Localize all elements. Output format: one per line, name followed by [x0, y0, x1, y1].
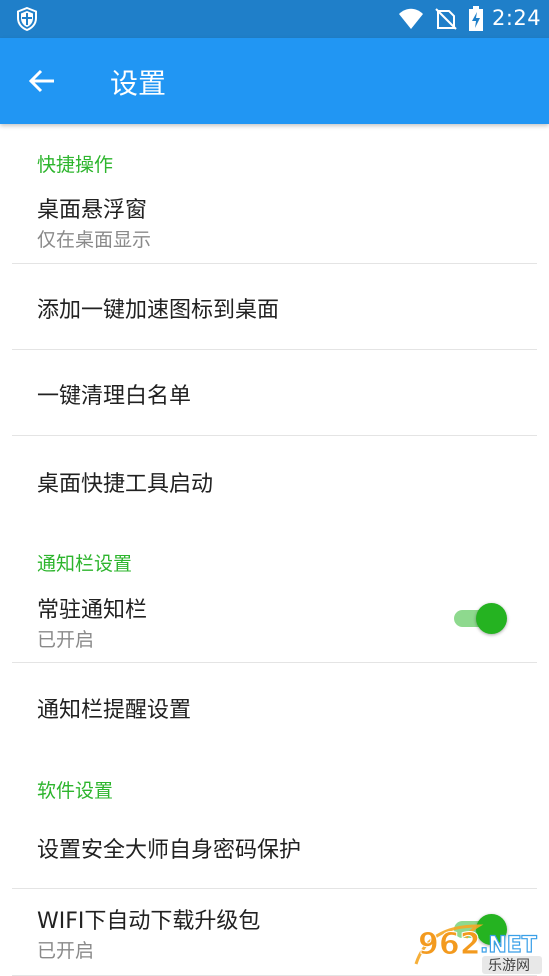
setting-desktop-tools[interactable]: 桌面快捷工具启动: [0, 436, 549, 522]
status-bar: 2:24: [0, 0, 549, 38]
page-title: 设置: [110, 67, 167, 100]
setting-title: 桌面快捷工具启动: [37, 472, 214, 497]
svg-text:.NET: .NET: [480, 933, 537, 958]
status-time: 2:24: [492, 6, 542, 30]
setting-add-shortcut[interactable]: 添加一键加速图标到桌面: [0, 264, 549, 349]
site-watermark-logo: 962 .NET 乐游网: [414, 924, 542, 974]
setting-persistent-notification[interactable]: 常驻通知栏 已开启: [0, 580, 549, 662]
app-bar: 设置: [0, 38, 549, 124]
battery-charging-icon: [469, 6, 483, 31]
section-header-software: 软件设置: [37, 780, 114, 802]
no-sim-icon: [435, 8, 457, 30]
setting-title: 桌面悬浮窗: [37, 198, 148, 223]
persistent-notification-toggle[interactable]: [452, 602, 507, 634]
shield-icon: [17, 7, 37, 31]
section-header-notification: 通知栏设置: [37, 553, 133, 575]
wifi-icon: [399, 8, 423, 29]
setting-subtitle: 已开启: [37, 629, 95, 651]
arrow-left-icon[interactable]: [26, 64, 60, 98]
section-header-quick: 快捷操作: [37, 154, 114, 176]
setting-notification-reminder[interactable]: 通知栏提醒设置: [0, 663, 549, 749]
svg-text:乐游网: 乐游网: [488, 958, 530, 974]
setting-title: 添加一键加速图标到桌面: [37, 298, 280, 323]
setting-floating-window[interactable]: 桌面悬浮窗 仅在桌面显示: [0, 180, 549, 263]
setting-title: WIFI下自动下载升级包: [37, 909, 261, 934]
setting-whitelist[interactable]: 一键清理白名单: [0, 350, 549, 435]
setting-password-protection[interactable]: 设置安全大师自身密码保护: [0, 804, 549, 888]
toggle-thumb: [476, 603, 507, 634]
setting-title: 一键清理白名单: [37, 384, 192, 409]
setting-subtitle: 已开启: [37, 940, 95, 962]
setting-title: 常驻通知栏: [37, 598, 148, 623]
setting-title: 设置安全大师自身密码保护: [37, 838, 302, 863]
setting-title: 通知栏提醒设置: [37, 698, 192, 723]
svg-text:962: 962: [418, 927, 481, 962]
setting-subtitle: 仅在桌面显示: [37, 229, 152, 251]
